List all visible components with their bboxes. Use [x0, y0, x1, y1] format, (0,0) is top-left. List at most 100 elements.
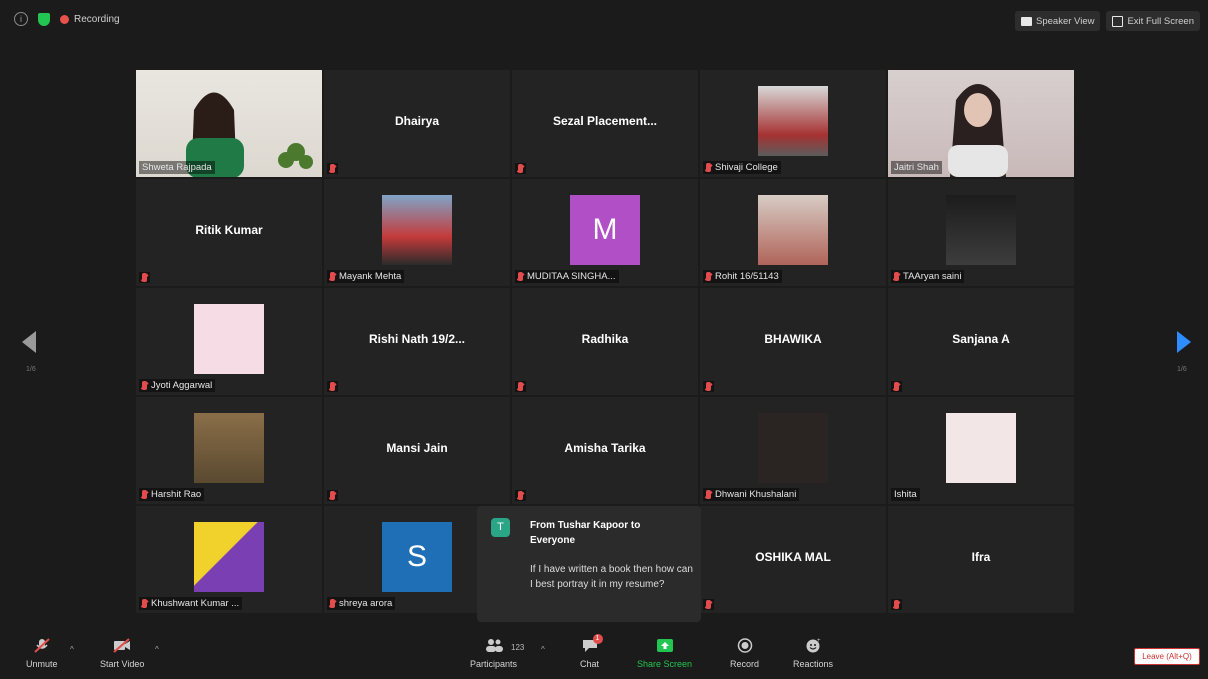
meeting-topbar: i Recording Speaker View Exit Full Scree… — [0, 0, 1208, 44]
participant-label-text: Ishita — [894, 489, 917, 500]
muted-mic-icon — [330, 382, 335, 391]
recording-indicator[interactable]: Recording — [60, 14, 120, 25]
exit-fullscreen-label: Exit Full Screen — [1127, 15, 1194, 27]
muted-mic-icon — [330, 272, 335, 281]
participant-display-name: Dhairya — [394, 114, 440, 128]
participant-tile[interactable]: Sezal Placement... — [512, 70, 698, 177]
participant-tile[interactable]: Mansi Jain — [324, 397, 510, 504]
muted-mic-icon — [142, 381, 147, 390]
share-screen-icon — [656, 638, 674, 653]
participant-name-label — [891, 381, 902, 392]
info-icon[interactable]: i — [14, 12, 28, 26]
start-video-label: Start Video — [100, 659, 145, 669]
participant-tile[interactable]: Rohit 16/51143 — [700, 179, 886, 286]
participant-label-text: Jyoti Aggarwal — [151, 380, 213, 391]
muted-mic-icon — [706, 490, 711, 499]
next-page-arrow-icon[interactable] — [1177, 331, 1191, 353]
participant-display-name: Amisha Tarika — [564, 441, 646, 455]
leave-button[interactable]: Leave (Alt+Q) — [1134, 648, 1200, 665]
profile-picture — [382, 195, 452, 265]
muted-mic-icon — [706, 163, 711, 172]
participant-tile[interactable]: Ishita — [888, 397, 1074, 504]
participant-name-label: Shweta Rajpada — [139, 161, 215, 174]
unmute-button[interactable]: Unmute — [26, 638, 58, 669]
participant-name-label: Mayank Mehta — [327, 270, 405, 283]
participant-name-label — [327, 381, 338, 392]
participant-display-name: Sanjana A — [952, 332, 1010, 346]
reactions-label: Reactions — [793, 659, 834, 669]
chat-sender: From Tushar Kapoor to Everyone — [530, 520, 641, 546]
participant-name-label: Khushwant Kumar ... — [139, 597, 243, 610]
record-button[interactable]: Record — [730, 638, 759, 669]
start-video-button[interactable]: Start Video — [100, 638, 144, 669]
participant-name-label — [515, 163, 526, 174]
participant-tile[interactable]: Rishi Nath 19/2... — [324, 288, 510, 395]
participant-name-label: Ishita — [891, 488, 920, 501]
participant-tile[interactable]: Radhika — [512, 288, 698, 395]
profile-picture — [758, 413, 828, 483]
participant-label-text: Harshit Rao — [151, 489, 202, 500]
share-screen-button[interactable]: Share Screen — [637, 638, 692, 669]
participant-tile[interactable]: Jaitri Shah — [888, 70, 1074, 177]
participant-tile[interactable]: Jyoti Aggarwal — [136, 288, 322, 395]
participants-count: 123 — [511, 643, 525, 652]
participant-tile[interactable]: BHAWIKA — [700, 288, 886, 395]
participant-tile[interactable]: Dhwani Khushalani — [700, 397, 886, 504]
participant-name-label: Rohit 16/51143 — [703, 270, 782, 283]
participant-tile[interactable]: Amisha Tarika — [512, 397, 698, 504]
chat-message: If I have written a book then how can I … — [530, 564, 693, 590]
shield-icon[interactable] — [38, 12, 50, 26]
participant-name-label — [139, 272, 150, 283]
share-screen-label: Share Screen — [637, 659, 693, 669]
exit-fullscreen-button[interactable]: Exit Full Screen — [1106, 11, 1200, 31]
grid-view-icon — [1021, 16, 1033, 26]
participant-tile[interactable]: Ifra — [888, 506, 1074, 613]
participant-tile[interactable]: TAAryan saini — [888, 179, 1074, 286]
participant-display-name: OSHIKA MAL — [755, 550, 831, 564]
participant-name-label — [891, 599, 902, 610]
participant-tile[interactable]: Dhairya — [324, 70, 510, 177]
participant-label-text: Khushwant Kumar ... — [151, 598, 240, 609]
page-indicator-left: 1/6 — [26, 366, 36, 373]
reactions-button[interactable]: + Reactions — [793, 638, 833, 669]
muted-mic-icon — [894, 272, 899, 281]
participant-tile[interactable]: Sanjana A — [888, 288, 1074, 395]
chat-notification[interactable]: T From Tushar Kapoor to Everyone If I ha… — [477, 506, 701, 622]
participant-display-name: Mansi Jain — [386, 441, 448, 455]
meeting-controls: Unmute ^ Start Video ^ Participants 123 … — [0, 632, 1208, 679]
camera-off-icon — [113, 638, 131, 653]
participants-icon — [485, 638, 503, 653]
speaker-view-label: Speaker View — [1036, 15, 1095, 27]
participant-tile[interactable]: Ritik Kumar — [136, 179, 322, 286]
participant-label-text: Jaitri Shah — [894, 162, 939, 173]
profile-picture — [194, 413, 264, 483]
chat-button[interactable]: 1 Chat — [580, 634, 603, 669]
participant-tile[interactable]: OSHIKA MAL — [700, 506, 886, 613]
participant-tile[interactable]: Shivaji College — [700, 70, 886, 177]
speaker-view-button[interactable]: Speaker View — [1015, 11, 1101, 31]
video-options-chevron-icon[interactable]: ^ — [155, 645, 159, 654]
participant-tile[interactable]: Harshit Rao — [136, 397, 322, 504]
muted-mic-icon — [518, 491, 523, 500]
participants-label: Participants — [470, 659, 518, 669]
chat-unread-badge: 1 — [592, 634, 603, 644]
participant-label-text: Shivaji College — [715, 162, 778, 173]
muted-mic-icon — [518, 164, 523, 173]
audio-options-chevron-icon[interactable]: ^ — [70, 645, 74, 654]
fullscreen-icon — [1112, 15, 1124, 27]
profile-picture — [758, 86, 828, 156]
participant-name-label: Jyoti Aggarwal — [139, 379, 216, 392]
participant-tile[interactable]: Shweta Rajpada — [136, 70, 322, 177]
muted-mic-icon — [518, 272, 523, 281]
participant-name-label: Shivaji College — [703, 161, 781, 174]
participant-label-text: TAAryan saini — [903, 271, 962, 282]
participant-label-text: shreya arora — [339, 598, 393, 609]
participant-tile[interactable]: Khushwant Kumar ... — [136, 506, 322, 613]
participant-tile[interactable]: M MUDITAA SINGHA... — [512, 179, 698, 286]
participant-name-label — [327, 163, 338, 174]
participants-options-chevron-icon[interactable]: ^ — [541, 645, 545, 654]
participant-tile[interactable]: Mayank Mehta — [324, 179, 510, 286]
participants-button[interactable]: Participants — [470, 638, 517, 669]
previous-page-arrow-icon[interactable] — [22, 331, 36, 353]
muted-mic-icon — [330, 164, 335, 173]
